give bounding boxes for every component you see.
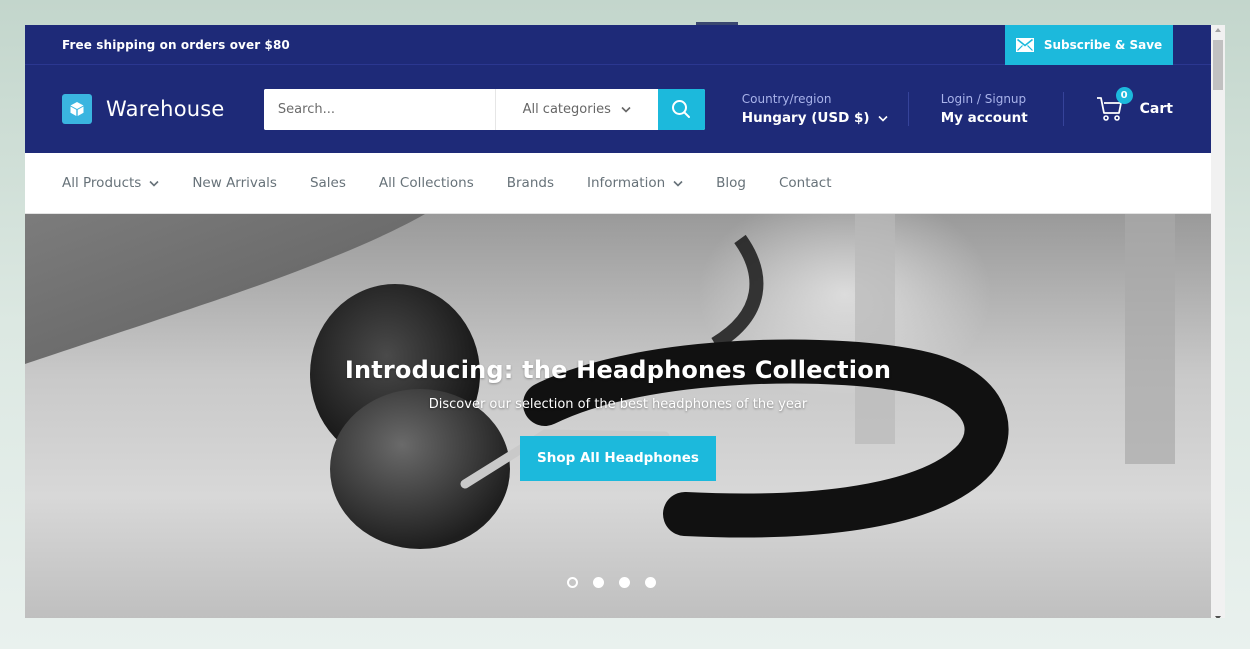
search-icon bbox=[672, 100, 691, 118]
country-region-selector[interactable]: Country/region Hungary (USD $) bbox=[742, 92, 908, 126]
slide-dot-1[interactable] bbox=[566, 577, 578, 588]
slide-dots bbox=[25, 577, 1211, 588]
scrollbar-thumb[interactable] bbox=[1213, 40, 1223, 90]
chevron-down-icon bbox=[149, 180, 159, 187]
main-nav: All Products New Arrivals Sales All Coll… bbox=[25, 153, 1211, 214]
subscribe-label: Subscribe & Save bbox=[1043, 37, 1163, 52]
vertical-scrollbar[interactable] bbox=[1211, 25, 1225, 618]
nav-item-label: Brands bbox=[506, 175, 554, 191]
nav-item-label: Sales bbox=[309, 175, 346, 191]
nav-item-blog[interactable]: Blog bbox=[716, 175, 746, 191]
chevron-down-icon bbox=[673, 180, 683, 187]
hero-content: Introducing: the Headphones Collection D… bbox=[25, 356, 1211, 481]
nav-item-label: Contact bbox=[779, 175, 832, 191]
logo-text: Warehouse bbox=[106, 97, 225, 121]
nav-item-label: Information bbox=[587, 175, 666, 191]
nav-item-sales[interactable]: Sales bbox=[310, 175, 346, 191]
cart-button[interactable]: 0 Cart bbox=[1096, 87, 1173, 122]
announcement-bar: Free shipping on orders over $80 Subscri… bbox=[25, 25, 1211, 65]
slide-dot-4[interactable] bbox=[644, 577, 656, 588]
nav-item-new-arrivals[interactable]: New Arrivals bbox=[192, 175, 277, 191]
nav-item-label: All Collections bbox=[378, 175, 474, 191]
my-account-label: My account bbox=[940, 110, 1028, 126]
envelope-icon bbox=[1015, 37, 1034, 52]
slide-dot-3[interactable] bbox=[618, 577, 630, 588]
nav-item-label: All Products bbox=[62, 175, 142, 191]
cart-count-badge: 0 bbox=[1115, 87, 1133, 104]
nav-item-brands[interactable]: Brands bbox=[507, 175, 554, 191]
nav-item-all-products[interactable]: All Products bbox=[62, 175, 159, 191]
nav-item-all-collections[interactable]: All Collections bbox=[379, 175, 474, 191]
cube-icon bbox=[62, 94, 92, 124]
nav-item-contact[interactable]: Contact bbox=[779, 175, 832, 191]
cart-label: Cart bbox=[1139, 101, 1173, 117]
region-label: Country/region bbox=[741, 92, 832, 106]
subscribe-button[interactable]: Subscribe & Save bbox=[1005, 25, 1173, 65]
chevron-down-icon bbox=[621, 106, 631, 113]
nav-item-label: Blog bbox=[716, 175, 746, 191]
logo[interactable]: Warehouse bbox=[62, 94, 264, 124]
scroll-up-arrow-icon[interactable] bbox=[1215, 28, 1221, 32]
nav-item-label: New Arrivals bbox=[192, 175, 277, 191]
announcement-text: Free shipping on orders over $80 bbox=[62, 37, 290, 52]
hero-subtitle: Discover our selection of the best headp… bbox=[428, 397, 808, 412]
account-link[interactable]: Login / Signup My account bbox=[909, 92, 1063, 126]
search-input[interactable] bbox=[263, 88, 495, 130]
category-select-label: All categories bbox=[522, 101, 611, 117]
category-select[interactable]: All categories bbox=[494, 88, 658, 130]
chevron-down-icon bbox=[877, 115, 888, 122]
nav-item-information[interactable]: Information bbox=[587, 175, 683, 191]
hero-title: Introducing: the Headphones Collection bbox=[344, 356, 892, 384]
header-divider bbox=[1062, 92, 1064, 126]
site-header: Warehouse All categories Country/region bbox=[25, 65, 1211, 153]
slide-dot-2[interactable] bbox=[592, 577, 604, 588]
scroll-down-arrow-icon[interactable] bbox=[1215, 616, 1221, 618]
page: Free shipping on orders over $80 Subscri… bbox=[25, 25, 1211, 618]
search-button[interactable] bbox=[657, 88, 705, 130]
login-signup-label: Login / Signup bbox=[940, 92, 1027, 106]
search-bar: All categories bbox=[263, 88, 705, 130]
shop-all-headphones-button[interactable]: Shop All Headphones bbox=[520, 436, 716, 481]
browser-viewport: Free shipping on orders over $80 Subscri… bbox=[25, 25, 1225, 618]
region-value: Hungary (USD $) bbox=[741, 110, 870, 126]
hero-slideshow: Introducing: the Headphones Collection D… bbox=[25, 214, 1211, 618]
